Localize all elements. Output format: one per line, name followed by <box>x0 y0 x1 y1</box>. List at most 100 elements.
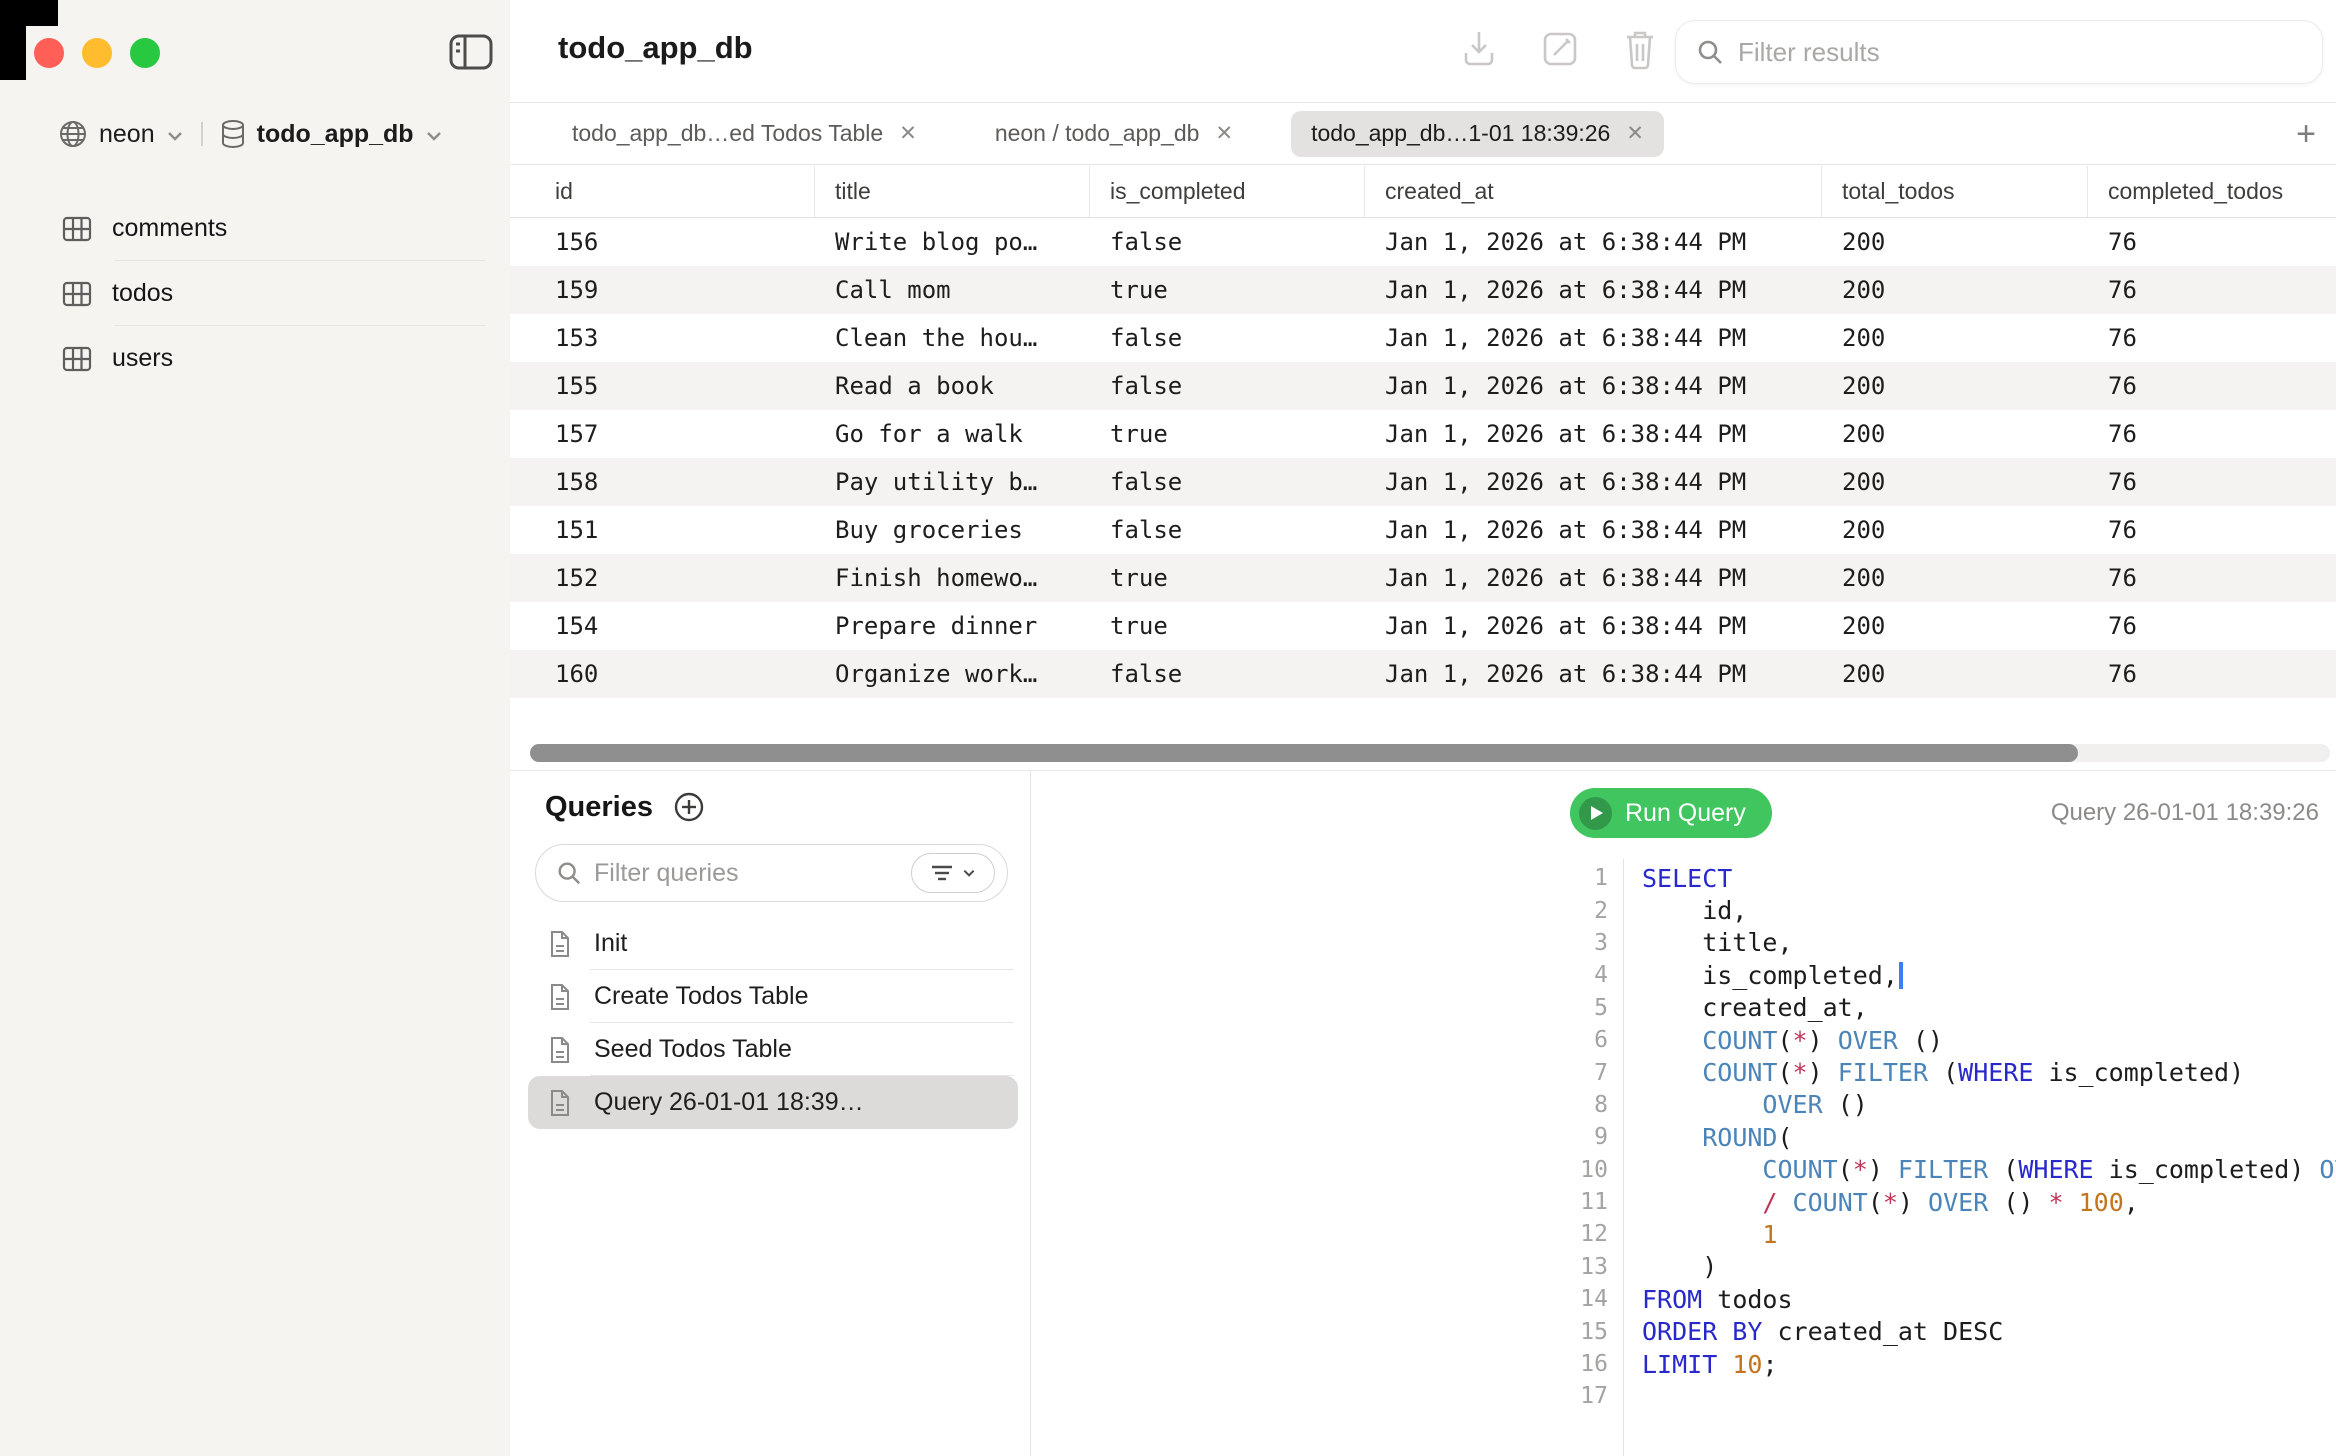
sql-code[interactable]: 1SELECT2 id,3 title,4 is_completed,5 cre… <box>1541 862 2336 1413</box>
code-token <box>1717 1350 1732 1379</box>
code-token <box>1642 1155 1762 1184</box>
horizontal-scrollbar[interactable] <box>530 744 2330 762</box>
document-icon <box>548 1036 572 1064</box>
code-token: COUNT <box>1762 1155 1837 1184</box>
line-content: is_completed, <box>1642 961 1903 990</box>
add-query-icon[interactable] <box>671 789 707 825</box>
code-token <box>1717 1252 2336 1281</box>
query-sort-filter-control[interactable] <box>911 853 995 893</box>
line-number: 7 <box>1541 1060 1608 1086</box>
table-icon <box>62 216 92 242</box>
line-content: SELECT <box>1642 864 1732 893</box>
line-content: COUNT(*) FILTER (WHERE is_completed) OVE… <box>1642 1155 2336 1184</box>
column-header-id[interactable]: id <box>510 166 815 217</box>
table-row[interactable]: 159Call momtrueJan 1, 2026 at 6:38:44 PM… <box>510 266 2336 314</box>
tab-close-icon[interactable]: ✕ <box>1626 121 1644 146</box>
tab-3[interactable]: todo_app_db…1-01 18:39:26✕ <box>1291 111 1664 157</box>
column-header-completed_todos[interactable]: completed_todos <box>2088 166 2336 217</box>
filter-queries-input[interactable] <box>594 859 899 888</box>
table-row[interactable]: 153Clean the hou…falseJan 1, 2026 at 6:3… <box>510 314 2336 362</box>
query-item[interactable]: Seed Todos Table <box>528 1023 1018 1076</box>
sidebar-toggle-icon[interactable] <box>448 32 494 77</box>
close-window-button[interactable] <box>34 38 64 68</box>
screen-corner-artifact-2 <box>0 0 26 80</box>
table-label: todos <box>112 279 173 308</box>
table-icon <box>62 346 92 372</box>
code-token: ( <box>1777 1026 1792 1055</box>
table-row[interactable]: 154Prepare dinnertrueJan 1, 2026 at 6:38… <box>510 602 2336 650</box>
table-row[interactable]: 160Organize work…falseJan 1, 2026 at 6:3… <box>510 650 2336 698</box>
line-content: 1 <box>1642 1220 1777 1249</box>
code-token <box>2064 1188 2079 1217</box>
tables-list: comments todos users <box>42 196 494 391</box>
code-token: COUNT <box>1702 1026 1777 1055</box>
new-tab-button[interactable]: + <box>2296 117 2316 151</box>
zoom-window-button[interactable] <box>130 38 160 68</box>
connection-selector: neon todo_app_db <box>58 110 443 158</box>
code-line: 2 id, <box>1541 894 2336 926</box>
globe-icon <box>58 119 88 149</box>
code-token: * <box>2048 1188 2063 1217</box>
query-item[interactable]: Create Todos Table <box>528 970 1018 1023</box>
code-line: 17 <box>1541 1380 2336 1412</box>
line-content: title, <box>1642 928 1793 957</box>
database-icon <box>220 119 246 149</box>
table-row[interactable]: 152Finish homewo…trueJan 1, 2026 at 6:38… <box>510 554 2336 602</box>
column-header-created_at[interactable]: created_at <box>1365 166 1822 217</box>
table-row[interactable]: 151Buy groceriesfalseJan 1, 2026 at 6:38… <box>510 506 2336 554</box>
code-token: () <box>1823 1090 1868 1119</box>
column-header-total_todos[interactable]: total_todos <box>1822 166 2088 217</box>
query-item[interactable]: Init <box>528 917 1018 970</box>
sidebar-table-comments[interactable]: comments <box>42 196 494 261</box>
scrollbar-thumb[interactable] <box>530 744 2078 762</box>
sidebar: neon todo_app_db comments todos users <box>0 0 510 1456</box>
table-cell: 154 <box>510 602 815 650</box>
code-token: FROM <box>1642 1285 1702 1314</box>
table-cell: 76 <box>2088 650 2336 698</box>
line-number: 2 <box>1541 898 1608 924</box>
code-token: LIMIT <box>1642 1350 1717 1379</box>
table-cell: 157 <box>510 410 815 458</box>
run-query-button[interactable]: Run Query <box>1570 788 1772 838</box>
delete-icon[interactable] <box>1622 26 1658 77</box>
chevron-down-icon[interactable] <box>166 120 184 149</box>
table-cell: 200 <box>1822 458 2088 506</box>
line-content: created_at, <box>1642 993 1868 1022</box>
tab-1[interactable]: todo_app_db…ed Todos Table ✕ <box>552 111 937 157</box>
table-cell: 200 <box>1822 506 2088 554</box>
tab-close-icon[interactable]: ✕ <box>1215 121 1233 146</box>
tab-2[interactable]: neon / todo_app_db✕ <box>975 111 1253 157</box>
sidebar-table-todos[interactable]: todos <box>42 261 494 326</box>
code-line: 13 ) AS completion_percentage <box>1541 1251 2336 1283</box>
edit-icon[interactable] <box>1540 26 1580 77</box>
column-header-title[interactable]: title <box>815 166 1090 217</box>
export-icon[interactable] <box>1460 26 1498 77</box>
chevron-down-icon[interactable] <box>425 120 443 149</box>
code-line: 15ORDER BY created_at DESC <box>1541 1315 2336 1347</box>
code-token: created_at, <box>1642 993 1868 1022</box>
page-title: todo_app_db <box>558 30 753 66</box>
table-cell: Jan 1, 2026 at 6:38:44 PM <box>1365 506 1822 554</box>
code-token: ( <box>1988 1155 2018 1184</box>
filter-results-input[interactable] <box>1738 37 2302 68</box>
column-header-is_completed[interactable]: is_completed <box>1090 166 1365 217</box>
table-cell: 76 <box>2088 266 2336 314</box>
connection-name[interactable]: neon <box>99 120 155 149</box>
table-row[interactable]: 155Read a bookfalseJan 1, 2026 at 6:38:4… <box>510 362 2336 410</box>
code-token: created_at DESC <box>1762 1317 2003 1346</box>
tab-label: todo_app_db…ed Todos Table <box>572 120 883 147</box>
table-cell: Pay utility b… <box>815 458 1090 506</box>
query-item[interactable]: Query 26-01-01 18:39… <box>528 1076 1018 1129</box>
table-row[interactable]: 157Go for a walktrueJan 1, 2026 at 6:38:… <box>510 410 2336 458</box>
database-name[interactable]: todo_app_db <box>257 120 414 149</box>
search-icon <box>1696 38 1724 66</box>
tab-close-icon[interactable]: ✕ <box>899 121 917 146</box>
table-row[interactable]: 156Write blog po…falseJan 1, 2026 at 6:3… <box>510 218 2336 266</box>
code-line: 7 COUNT(*) FILTER (WHERE is_completed) <box>1541 1056 2336 1088</box>
table-row[interactable]: 158Pay utility b…falseJan 1, 2026 at 6:3… <box>510 458 2336 506</box>
sidebar-table-users[interactable]: users <box>42 326 494 391</box>
minimize-window-button[interactable] <box>82 38 112 68</box>
play-icon <box>1579 797 1612 830</box>
table-cell: 159 <box>510 266 815 314</box>
code-line: 12 1 <box>1541 1218 2336 1250</box>
